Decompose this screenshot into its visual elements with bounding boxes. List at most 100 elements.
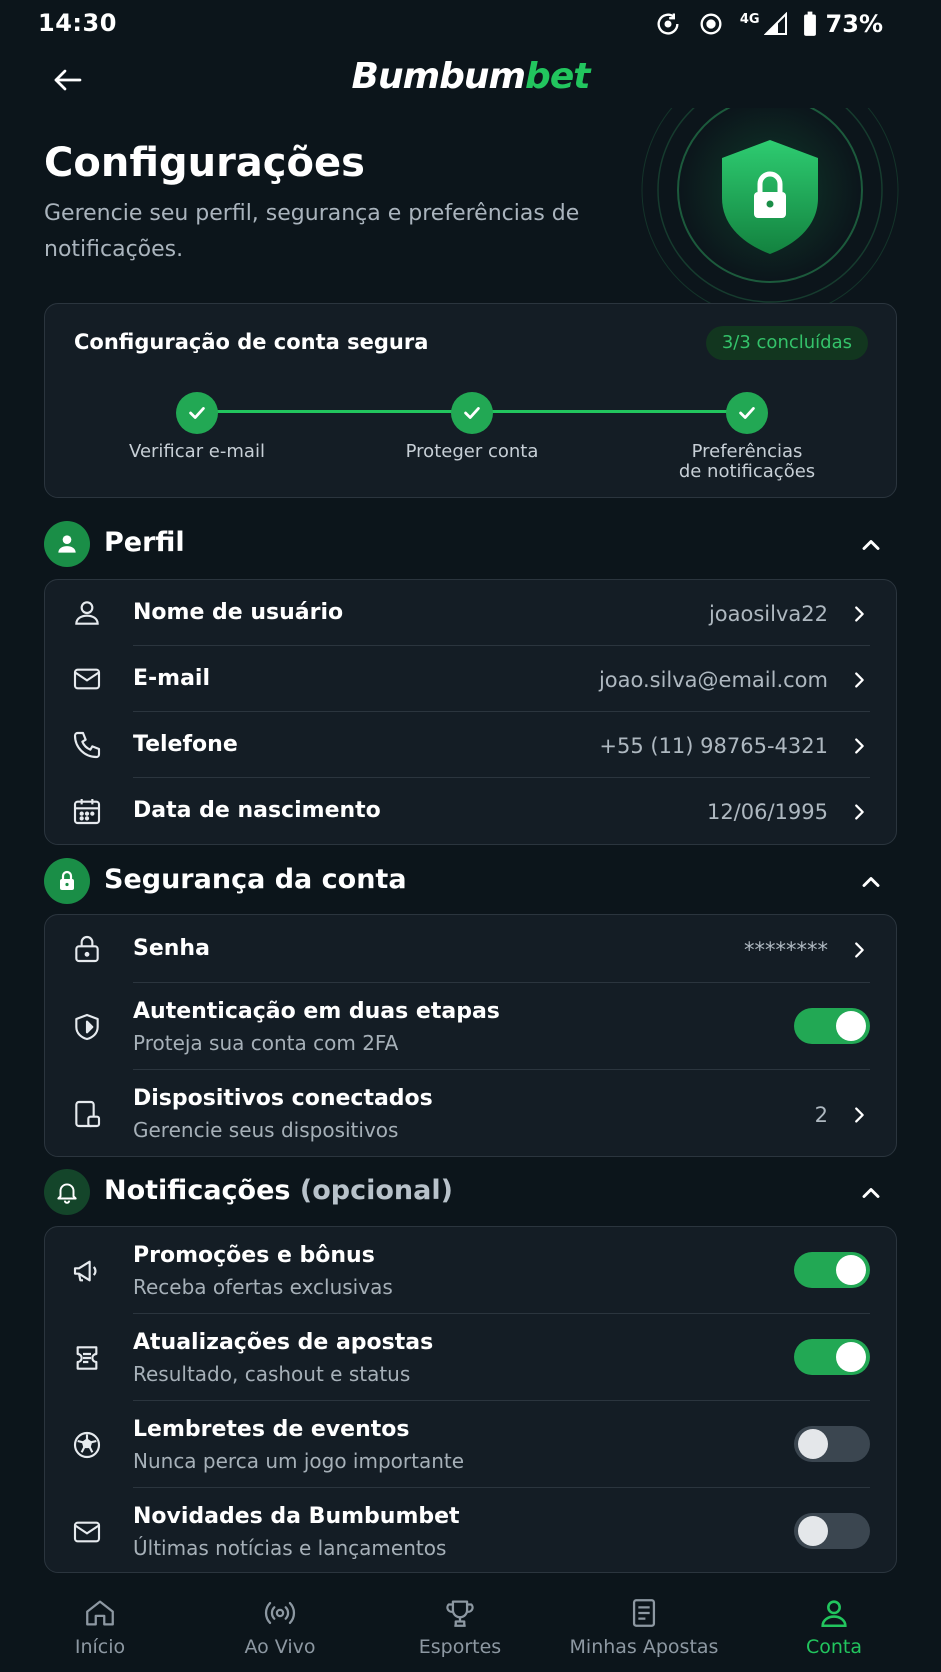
progress-badge: 3/3 concluídas — [705, 326, 868, 360]
chevron-up-icon[interactable] — [857, 1179, 885, 1207]
step-verify-email: Verificar e-mail — [77, 392, 317, 462]
notifications-section-header[interactable]: Notificações (opcional) — [44, 1169, 897, 1217]
step-protect-account: Proteger conta — [352, 392, 592, 462]
page-title: Configurações — [44, 140, 365, 186]
signal-icon — [763, 12, 787, 35]
page-subtitle: Gerencie seu perfil, segurança e preferê… — [44, 201, 580, 262]
promotions-toggle[interactable] — [794, 1252, 870, 1288]
row-label: Autenticação em duas etapas — [133, 999, 500, 1024]
list-item-phone[interactable]: Telefone +55 (11) 98765-4321 — [45, 712, 898, 778]
nav-label: Esportes — [418, 1636, 502, 1658]
two-factor-toggle[interactable] — [794, 1008, 870, 1044]
calendar-icon — [73, 799, 101, 825]
list-item-email[interactable]: E-mail joao.silva@email.com — [45, 646, 898, 712]
list-item-news: Novidades da Bumbumbet Últimas notícias … — [45, 1488, 898, 1574]
status-bar: 14:30 4G 73% — [0, 0, 941, 48]
list-item-username[interactable]: Nome de usuário joaosilva22 — [45, 580, 898, 646]
notifications-section-icon — [44, 1169, 90, 1215]
megaphone-icon — [73, 1260, 97, 1282]
event-reminders-toggle[interactable] — [794, 1426, 870, 1462]
check-icon — [176, 392, 218, 434]
row-sublabel: Gerencie seus dispositivos — [133, 1118, 399, 1142]
lock-icon — [60, 870, 74, 890]
list-item-event-reminders: Lembretes de eventos Nunca perca um jogo… — [45, 1401, 898, 1488]
chevron-right-icon — [855, 942, 864, 958]
row-sublabel: Últimas notícias e lançamentos — [133, 1536, 447, 1560]
row-sublabel: Receba ofertas exclusivas — [133, 1275, 393, 1299]
nav-label: Minhas Apostas — [569, 1636, 719, 1658]
battery-percent: 73% — [825, 10, 883, 38]
security-section-icon — [44, 858, 90, 904]
nav-item-inicio[interactable]: Início — [10, 1596, 190, 1658]
row-label: Nome de usuário — [133, 600, 344, 625]
chevron-up-icon[interactable] — [857, 531, 885, 559]
nav-item-ao-vivo[interactable]: Ao Vivo — [190, 1596, 370, 1658]
mail-icon — [73, 1521, 101, 1543]
secure-setup-title: Configuração de conta segura — [74, 330, 429, 354]
list-item-two-factor: Autenticação em duas etapas Proteja sua … — [45, 983, 898, 1070]
notifications-section-title: Notificações (opcional) — [104, 1175, 453, 1206]
chevron-right-icon — [855, 606, 864, 622]
row-label: Atualizações de apostas — [133, 1330, 434, 1355]
row-value: ******** — [744, 938, 828, 962]
security-section-header[interactable]: Segurança da conta — [44, 858, 897, 906]
nav-item-esportes[interactable]: Esportes — [370, 1596, 550, 1658]
list-item-bet-updates: Atualizações de apostas Resultado, casho… — [45, 1314, 898, 1401]
home-icon — [86, 1600, 114, 1626]
chevron-right-icon — [855, 1107, 864, 1123]
bottom-navigation: Início Ao Vivo Esportes Minhas Apostas C… — [0, 1586, 941, 1672]
bet-updates-toggle[interactable] — [794, 1339, 870, 1375]
nav-item-minhas-apostas[interactable]: Minhas Apostas — [554, 1596, 734, 1658]
bell-icon — [57, 1183, 77, 1204]
app-logo: Bumbumbet — [351, 56, 591, 97]
profile-card: Nome de usuário joaosilva22 E-mail joao.… — [44, 579, 897, 845]
network-type: 4G — [739, 11, 760, 27]
row-label: Lembretes de eventos — [133, 1417, 410, 1442]
ticket-icon — [76, 1346, 98, 1370]
lock-icon — [75, 936, 99, 963]
row-label: Promoções e bônus — [133, 1243, 375, 1268]
nav-label: Início — [74, 1636, 126, 1658]
step-notification-prefs: Preferências de notificações — [627, 392, 867, 482]
row-sublabel: Nunca perca um jogo importante — [133, 1449, 465, 1473]
step-label: Preferências de notificações — [678, 441, 816, 482]
row-sublabel: Proteja sua conta com 2FA — [133, 1031, 399, 1055]
row-sublabel: Resultado, cashout e status — [133, 1362, 411, 1386]
phone-icon — [73, 731, 101, 759]
list-item-birthdate[interactable]: Data de nascimento 12/06/1995 — [45, 778, 898, 844]
row-label: Data de nascimento — [133, 798, 381, 823]
status-icons: 4G 73% — [654, 10, 883, 38]
devices-count: 2 — [814, 1103, 828, 1127]
profile-section-title: Perfil — [104, 527, 185, 558]
row-label: Dispositivos conectados — [133, 1086, 433, 1111]
list-item-devices[interactable]: Dispositivos conectados Gerencie seus di… — [45, 1070, 898, 1157]
list-item-password[interactable]: Senha ******** — [45, 915, 898, 983]
nav-item-conta[interactable]: Conta — [744, 1596, 924, 1658]
security-section-title: Segurança da conta — [104, 864, 407, 895]
shield-lock-icon — [641, 61, 899, 319]
devices-icon — [75, 1100, 101, 1128]
row-value: joaosilva22 — [708, 602, 828, 626]
live-icon — [264, 1601, 296, 1625]
row-label: Senha — [133, 936, 210, 961]
receipt-icon — [632, 1599, 656, 1627]
status-time: 14:30 — [38, 9, 117, 37]
profile-section-icon — [44, 521, 90, 567]
soccer-ball-icon — [73, 1431, 101, 1459]
user-icon — [58, 535, 76, 553]
news-toggle[interactable] — [794, 1513, 870, 1549]
secure-setup-card: Configuração de conta segura 3/3 concluí… — [44, 303, 897, 498]
chevron-right-icon — [855, 672, 864, 688]
profile-section-header[interactable]: Perfil — [44, 521, 897, 569]
row-value: +55 (11) 98765-4321 — [599, 734, 828, 758]
row-label: Novidades da Bumbumbet — [133, 1504, 460, 1529]
chevron-right-icon — [855, 738, 864, 754]
chevron-up-icon[interactable] — [857, 868, 885, 896]
hotspot-icon — [700, 13, 722, 35]
check-icon — [726, 392, 768, 434]
step-label: Proteger conta — [405, 441, 539, 462]
chevron-right-icon — [855, 804, 864, 820]
user-icon — [821, 1600, 847, 1628]
mail-icon — [73, 668, 101, 690]
security-shield-illustration — [640, 61, 900, 319]
